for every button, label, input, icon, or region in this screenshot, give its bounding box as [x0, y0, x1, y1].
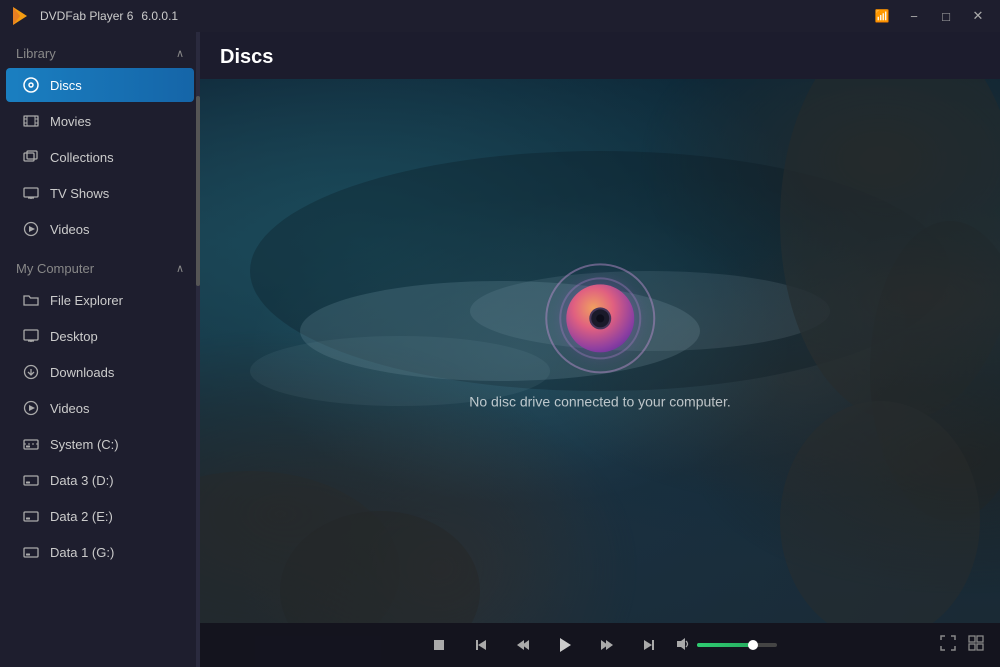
volume-slider[interactable] [697, 643, 777, 647]
sidebar-item-collections-label: Collections [50, 150, 114, 165]
rewind-button[interactable] [507, 629, 539, 661]
sidebar-item-videos-comp-label: Videos [50, 401, 90, 416]
volume-fill [697, 643, 753, 647]
wifi-icon: 📶 [868, 5, 896, 27]
sidebar-item-collections[interactable]: Collections [6, 140, 194, 174]
sidebar-item-file-explorer[interactable]: File Explorer [6, 283, 194, 317]
stop-button[interactable] [423, 629, 455, 661]
my-computer-section-header: My Computer ∧ [0, 247, 200, 282]
sidebar-item-videos-lib-label: Videos [50, 222, 90, 237]
sidebar: Library ∧ Discs [0, 32, 200, 667]
library-label: Library [16, 46, 56, 61]
app-logo [8, 4, 32, 28]
volume-thumb[interactable] [748, 640, 758, 650]
disc-middle-ring [559, 277, 641, 359]
layout-buttons [936, 633, 988, 658]
main-layout: Library ∧ Discs [0, 32, 1000, 667]
close-button[interactable]: ✕ [964, 5, 992, 27]
grid-view-button[interactable] [964, 633, 988, 658]
sidebar-item-data1-g[interactable]: Data 1 (G:) [6, 535, 194, 569]
titlebar-controls: 📶 − □ ✕ [868, 5, 992, 27]
maximize-button[interactable]: □ [932, 5, 960, 27]
skip-start-button[interactable] [465, 629, 497, 661]
sidebar-item-data1-g-label: Data 1 (G:) [50, 545, 114, 560]
video-comp-icon [22, 399, 40, 417]
collections-icon [22, 148, 40, 166]
sidebar-item-tvshows[interactable]: TV Shows [6, 176, 194, 210]
content-header: Discs [200, 32, 1000, 79]
sidebar-item-discs-label: Discs [50, 78, 82, 93]
sidebar-item-downloads-label: Downloads [50, 365, 114, 380]
background-area: No disc drive connected to your computer… [200, 79, 1000, 623]
desktop-icon [22, 327, 40, 345]
sidebar-item-videos-comp[interactable]: Videos [6, 391, 194, 425]
page-title: Discs [220, 46, 273, 68]
no-disc-message: No disc drive connected to your computer… [469, 393, 730, 409]
sidebar-item-data3-d-label: Data 3 (D:) [50, 473, 114, 488]
controls-bar [200, 623, 1000, 667]
sidebar-item-desktop-label: Desktop [50, 329, 98, 344]
fast-forward-button[interactable] [591, 629, 623, 661]
library-chevron-icon: ∧ [176, 47, 184, 60]
sidebar-item-system-c[interactable]: System (C:) [6, 427, 194, 461]
sidebar-item-data3-d[interactable]: Data 3 (D:) [6, 463, 194, 497]
my-computer-chevron-icon: ∧ [176, 262, 184, 275]
play-button[interactable] [549, 629, 581, 661]
download-icon [22, 363, 40, 381]
content-area: Discs [200, 32, 1000, 667]
app-version: 6.0.0.1 [141, 9, 178, 23]
minimize-button[interactable]: − [900, 5, 928, 27]
sidebar-item-videos-lib[interactable]: Videos [6, 212, 194, 246]
sidebar-item-system-c-label: System (C:) [50, 437, 119, 452]
sidebar-item-file-explorer-label: File Explorer [50, 293, 123, 308]
sidebar-item-discs[interactable]: Discs [6, 68, 194, 102]
tv-icon [22, 184, 40, 202]
folder-icon [22, 291, 40, 309]
drive-c-icon [22, 435, 40, 453]
sidebar-item-data2-e-label: Data 2 (E:) [50, 509, 113, 524]
volume-icon [675, 636, 691, 655]
disc-icon [22, 76, 40, 94]
disc-container: No disc drive connected to your computer… [469, 263, 730, 409]
sidebar-item-desktop[interactable]: Desktop [6, 319, 194, 353]
titlebar-left: DVDFab Player 6 6.0.0.1 [8, 4, 178, 28]
volume-control [675, 636, 777, 655]
titlebar: DVDFab Player 6 6.0.0.1 📶 − □ ✕ [0, 0, 1000, 32]
my-computer-label: My Computer [16, 261, 94, 276]
disc-visual [545, 263, 655, 373]
skip-end-button[interactable] [633, 629, 665, 661]
library-section-header: Library ∧ [0, 32, 200, 67]
drive-g-icon [22, 543, 40, 561]
app-title: DVDFab Player 6 [40, 9, 133, 23]
sidebar-item-tvshows-label: TV Shows [50, 186, 109, 201]
drive-d-icon [22, 471, 40, 489]
sidebar-item-movies-label: Movies [50, 114, 91, 129]
sidebar-item-downloads[interactable]: Downloads [6, 355, 194, 389]
videos-lib-icon [22, 220, 40, 238]
movies-icon [22, 112, 40, 130]
sidebar-item-data2-e[interactable]: Data 2 (E:) [6, 499, 194, 533]
fullscreen-button[interactable] [936, 633, 960, 658]
drive-e-icon [22, 507, 40, 525]
sidebar-item-movies[interactable]: Movies [6, 104, 194, 138]
